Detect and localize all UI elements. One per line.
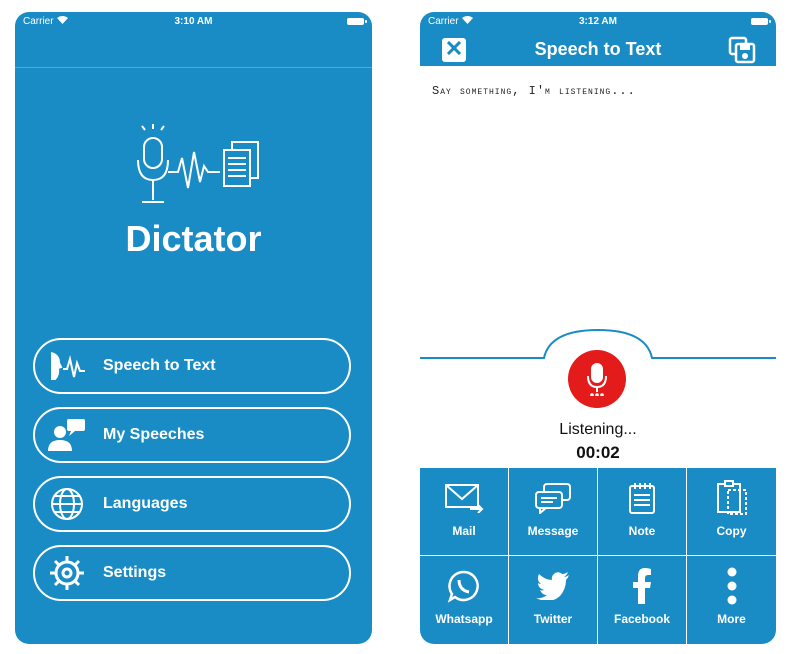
speech-to-text-button[interactable]: Speech to Text <box>33 338 351 394</box>
battery-icon <box>347 18 367 25</box>
listening-status: Listening... <box>559 421 637 438</box>
share-label: Message <box>527 524 579 538</box>
whatsapp-icon <box>447 568 481 604</box>
save-button[interactable] <box>728 36 756 64</box>
copy-icon <box>716 480 748 516</box>
status-bar: Carrier 3:10 AM <box>15 12 372 32</box>
my-speeches-button[interactable]: My Speeches <box>33 407 351 463</box>
page-title: Speech to Text <box>534 39 662 59</box>
globe-icon <box>45 482 89 526</box>
share-label: Whatsapp <box>435 612 493 626</box>
share-more-button[interactable]: More <box>687 556 776 644</box>
nav-bar-divider <box>15 67 372 68</box>
languages-button[interactable]: Languages <box>33 476 351 532</box>
speech-to-text-screen: Carrier 3:12 AM Speech to Text Say somet… <box>420 12 776 644</box>
share-message-button[interactable]: Message <box>509 468 598 556</box>
share-mail-button[interactable]: Mail <box>420 468 509 556</box>
app-title: Dictator <box>125 218 262 259</box>
app-logo-icon <box>137 124 259 203</box>
status-time: 3:10 AM <box>174 16 213 27</box>
speech-wave-icon <box>45 344 89 388</box>
recording-timer: 00:02 <box>576 443 620 462</box>
status-time: 3:12 AM <box>579 16 617 27</box>
share-options-grid: Mail Message Note Copy Whatsapp Twitter … <box>420 468 776 644</box>
nav-header: Carrier 3:12 AM Speech to Text <box>420 12 776 66</box>
share-note-button[interactable]: Note <box>598 468 687 556</box>
home-screen: Carrier 3:10 AM Dictator Speech to Text <box>15 12 372 644</box>
mail-icon <box>444 480 484 516</box>
share-twitter-button[interactable]: Twitter <box>509 556 598 644</box>
share-label: More <box>717 612 746 626</box>
share-label: Note <box>628 524 656 538</box>
user-chat-icon <box>45 413 89 457</box>
share-label: Facebook <box>613 612 670 626</box>
menu-label: My Speeches <box>103 426 205 443</box>
listening-prompt: Say something, I'm listening... <box>432 84 636 98</box>
share-label: Twitter <box>533 612 573 626</box>
facebook-icon <box>632 568 652 604</box>
menu-label: Languages <box>103 495 188 512</box>
microphone-icon <box>587 363 607 396</box>
more-icon <box>726 567 738 605</box>
menu-label: Speech to Text <box>103 357 216 374</box>
settings-button[interactable]: Settings <box>33 545 351 601</box>
battery-icon <box>751 18 771 25</box>
share-label: Mail <box>452 524 476 538</box>
gear-icon <box>45 551 89 595</box>
message-icon <box>534 480 572 516</box>
status-bar: Carrier 3:12 AM <box>420 12 776 32</box>
twitter-icon <box>536 568 570 604</box>
note-icon <box>627 480 657 516</box>
menu-label: Settings <box>103 564 167 581</box>
share-label: Copy <box>716 524 747 538</box>
record-button[interactable] <box>568 350 626 408</box>
share-copy-button[interactable]: Copy <box>687 468 776 556</box>
share-facebook-button[interactable]: Facebook <box>598 556 687 644</box>
share-whatsapp-button[interactable]: Whatsapp <box>420 556 509 644</box>
save-icon <box>728 36 756 64</box>
